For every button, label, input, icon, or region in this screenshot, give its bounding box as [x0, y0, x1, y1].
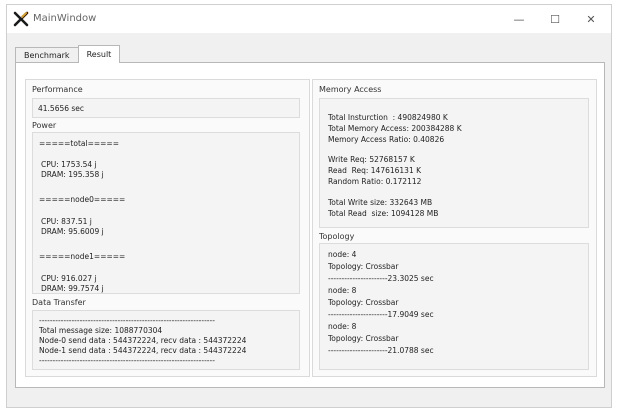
minimize-button[interactable]: — — [501, 5, 537, 33]
performance-label: Performance — [32, 85, 83, 94]
data-transfer-line: ----------------------------------------… — [39, 316, 215, 325]
memory-access-box: Total Insturction : 490824980 K Total Me… — [319, 98, 589, 228]
power-line: =====node0===== — [39, 195, 126, 204]
data-transfer-label: Data Transfer — [32, 298, 86, 307]
memory-access-line: Memory Access Ratio: 0.40826 — [328, 135, 445, 144]
data-transfer-line: Total message size: 1088770304 — [39, 326, 163, 335]
power-line: CPU: 916.027 j — [41, 274, 97, 283]
title-bar[interactable]: MainWindow — ☐ ✕ — [7, 5, 611, 33]
data-transfer-box: ----------------------------------------… — [32, 310, 300, 370]
memory-access-line: Total Insturction : 490824980 K — [328, 113, 448, 122]
close-button[interactable]: ✕ — [573, 5, 609, 33]
right-results-group: Memory Access Total Insturction : 490824… — [312, 79, 597, 377]
main-window: MainWindow — ☐ ✕ Benchmark Result Perfor… — [6, 4, 612, 408]
memory-access-line: Total Read size: 1094128 MB — [328, 209, 439, 218]
memory-access-line: Read Req: 147616131 K — [328, 166, 422, 175]
power-line: =====total===== — [39, 139, 119, 148]
topology-label: Topology — [319, 232, 355, 241]
performance-value: 41.5656 sec — [38, 104, 85, 113]
topology-line: Topology: Crossbar — [328, 334, 399, 343]
topology-line: node: 4 — [328, 250, 357, 259]
memory-access-line: Write Req: 52768157 K — [328, 155, 415, 164]
power-label: Power — [32, 121, 57, 130]
power-line: CPU: 837.51 j — [41, 217, 92, 226]
memory-access-line: Total Write size: 332643 MB — [328, 198, 433, 207]
result-tab-pane: Performance 41.5656 sec Power =====total… — [15, 62, 605, 388]
topology-line: ----------------------17.9049 sec — [328, 310, 434, 319]
power-line: CPU: 1753.54 j — [41, 160, 97, 169]
left-results-group: Performance 41.5656 sec Power =====total… — [25, 79, 310, 377]
topology-line: ----------------------23.3025 sec — [328, 274, 434, 283]
power-line: DRAM: 195.358 j — [41, 170, 104, 179]
tab-benchmark[interactable]: Benchmark — [15, 47, 79, 63]
topology-line: Topology: Crossbar — [328, 262, 399, 271]
maximize-button[interactable]: ☐ — [537, 5, 573, 33]
memory-access-line: Total Memory Access: 200384288 K — [328, 124, 462, 133]
data-transfer-line: Node-1 send data : 544372224, recv data … — [39, 346, 247, 355]
data-transfer-line: Node-0 send data : 544372224, recv data … — [39, 336, 247, 345]
data-transfer-line: ----------------------------------------… — [39, 356, 215, 365]
power-box: =====total===== CPU: 1753.54 j DRAM: 195… — [32, 132, 300, 294]
memory-access-label: Memory Access — [319, 85, 382, 94]
topology-line: node: 8 — [328, 322, 357, 331]
topology-line: ----------------------21.0788 sec — [328, 346, 434, 355]
performance-box: 41.5656 sec — [32, 98, 300, 118]
topology-box: node: 4 Topology: Crossbar -------------… — [319, 243, 589, 370]
tab-result[interactable]: Result — [77, 45, 121, 63]
topology-line: Topology: Crossbar — [328, 298, 399, 307]
power-line: DRAM: 99.7574 j — [41, 284, 104, 293]
topology-line: node: 8 — [328, 286, 357, 295]
power-line: =====node1===== — [39, 252, 126, 261]
power-line: DRAM: 95.6009 j — [41, 227, 104, 236]
status-bar — [7, 389, 611, 407]
app-logo-icon — [13, 11, 29, 27]
window-title: MainWindow — [33, 13, 97, 24]
tab-bar: Benchmark Result — [15, 45, 121, 63]
memory-access-line: Random Ratio: 0.172112 — [328, 177, 422, 186]
